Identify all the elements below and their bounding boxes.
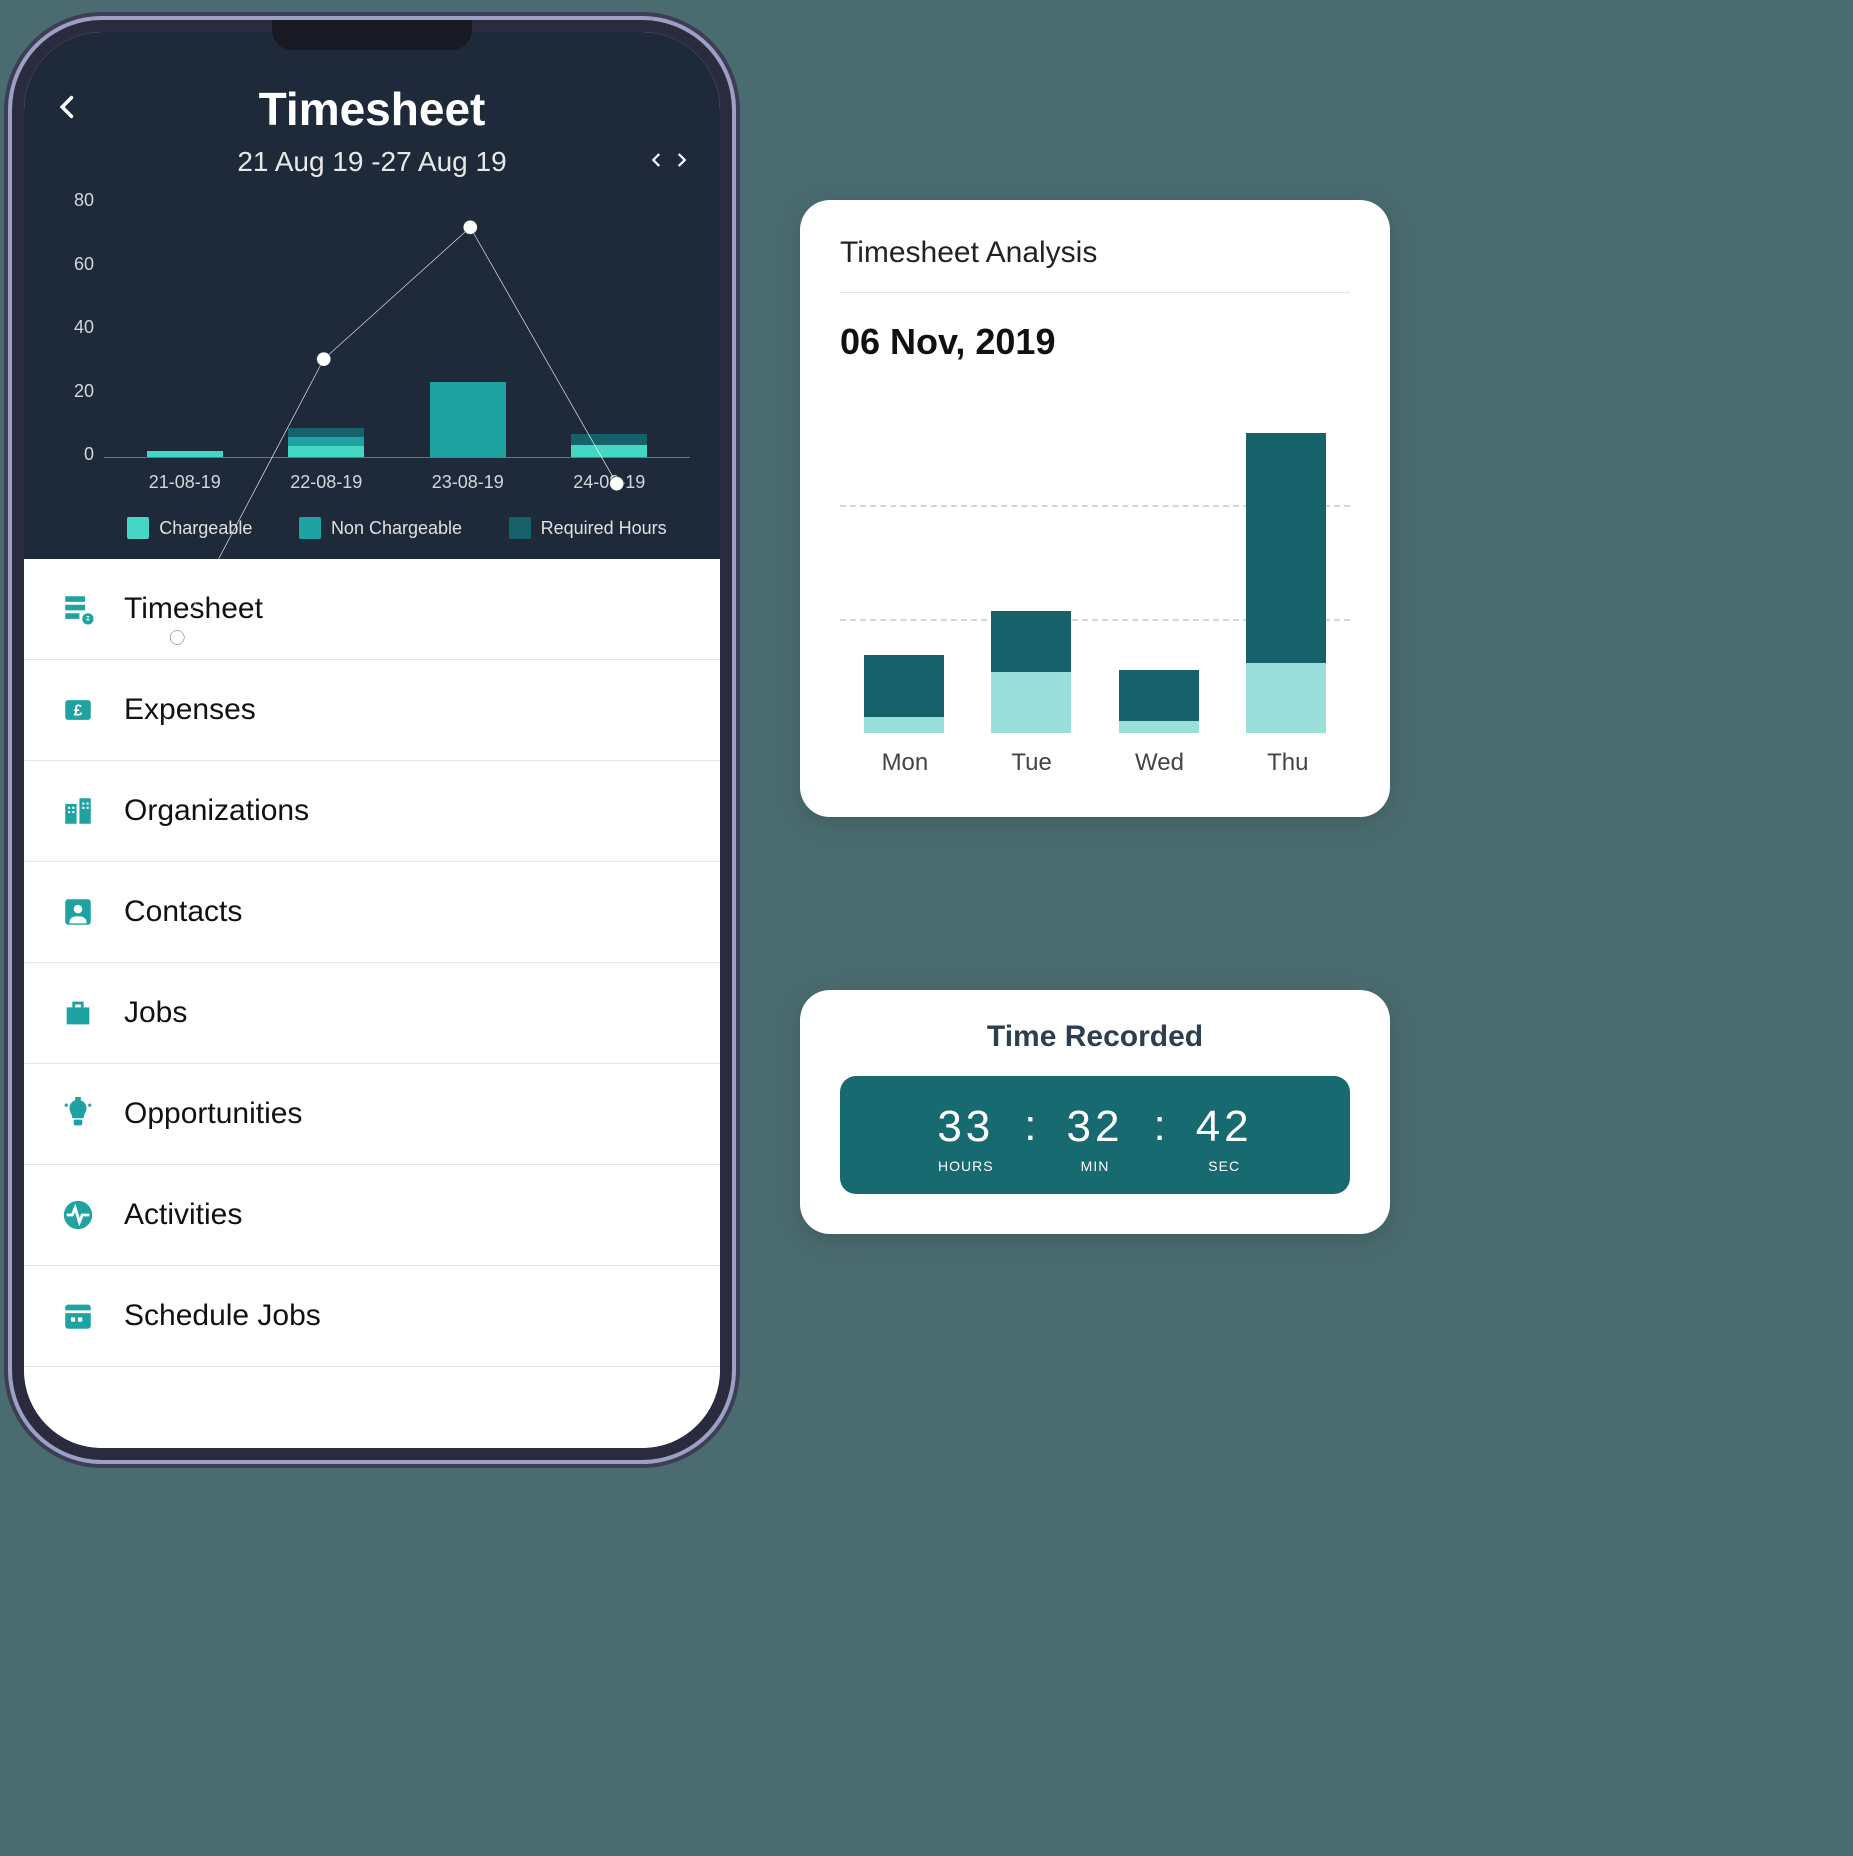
legend-item: Non Chargeable <box>299 517 462 539</box>
analysis-chart <box>840 393 1350 733</box>
analysis-bar <box>991 529 1071 733</box>
menu-item-contacts[interactable]: Contacts <box>24 862 720 963</box>
timer-hours-label: HOURS <box>938 1158 994 1174</box>
x-tick: 22-08-19 <box>290 472 362 493</box>
main-menu: Timesheet £ Expenses Organizations Contacts J… <box>24 559 720 1448</box>
timer-hours: 33 <box>937 1102 994 1152</box>
y-tick: 40 <box>74 317 94 338</box>
menu-item-organizations[interactable]: Organizations <box>24 761 720 862</box>
analysis-bar <box>864 570 944 733</box>
svg-text:£: £ <box>74 703 83 720</box>
activities-icon <box>58 1195 98 1235</box>
timesheet-icon <box>58 589 98 629</box>
timer-colon: : <box>1153 1102 1165 1174</box>
x-tick: 24-08-19 <box>573 472 645 493</box>
timer-min-label: MIN <box>1081 1158 1110 1174</box>
menu-item-jobs[interactable]: Jobs <box>24 963 720 1064</box>
menu-item-opportunities[interactable]: Opportunities <box>24 1064 720 1165</box>
date-range: 21 Aug 19 -27 Aug 19 <box>237 146 506 178</box>
legend-item: Chargeable <box>127 517 252 539</box>
analysis-bar <box>1119 587 1199 733</box>
phone-screen: Timesheet 21 Aug 19 -27 Aug 19 80 60 40 20 0 <box>24 32 720 1448</box>
legend-swatch <box>509 517 531 539</box>
page-title: Timesheet <box>259 82 486 136</box>
menu-item-expenses[interactable]: £ Expenses <box>24 660 720 761</box>
phone-frame: Timesheet 21 Aug 19 -27 Aug 19 80 60 40 20 0 <box>12 20 732 1460</box>
menu-item-timesheet[interactable]: Timesheet <box>24 559 720 660</box>
x-tick: 23-08-19 <box>432 472 504 493</box>
legend-label: Required Hours <box>541 518 667 539</box>
analysis-x-tick: Thu <box>1267 749 1308 777</box>
analysis-date: 06 Nov, 2019 <box>840 321 1350 363</box>
analysis-x-tick: Tue <box>1011 749 1051 777</box>
analysis-card: Timesheet Analysis 06 Nov, 2019 Mon Tue We… <box>800 200 1390 817</box>
back-icon[interactable] <box>54 88 82 130</box>
timer-min: 32 <box>1067 1102 1124 1152</box>
y-tick: 80 <box>74 190 94 211</box>
menu-label: Jobs <box>124 996 187 1030</box>
menu-label: Timesheet <box>124 592 263 626</box>
timesheet-chart: 806040200 21-08-1922-08-1923-08-1924-08-… <box>54 198 690 539</box>
menu-label: Expenses <box>124 693 256 727</box>
menu-label: Activities <box>124 1198 242 1232</box>
legend-label: Chargeable <box>159 518 252 539</box>
jobs-icon <box>58 993 98 1033</box>
analysis-bar <box>1246 413 1326 733</box>
menu-item-schedule[interactable]: Schedule Jobs <box>24 1266 720 1367</box>
schedule-icon <box>58 1296 98 1336</box>
y-tick: 20 <box>74 381 94 402</box>
prev-week-icon[interactable] <box>648 149 666 175</box>
y-tick: 0 <box>84 444 94 465</box>
legend-swatch <box>299 517 321 539</box>
timesheet-header: Timesheet 21 Aug 19 -27 Aug 19 80 60 40 20 0 <box>24 32 720 559</box>
y-tick: 60 <box>74 254 94 275</box>
chart-bar <box>559 198 659 457</box>
x-tick: 21-08-19 <box>149 472 221 493</box>
analysis-title: Timesheet Analysis <box>840 236 1350 293</box>
next-week-icon[interactable] <box>672 149 690 175</box>
menu-item-activities[interactable]: Activities <box>24 1165 720 1266</box>
legend-item: Required Hours <box>509 517 667 539</box>
analysis-x-tick: Mon <box>882 749 929 777</box>
legend-label: Non Chargeable <box>331 518 462 539</box>
timer-card: Time Recorded 33 HOURS : 32 MIN : 42 SEC <box>800 990 1390 1234</box>
timer-title: Time Recorded <box>840 1020 1350 1054</box>
analysis-x-tick: Wed <box>1135 749 1184 777</box>
legend-swatch <box>127 517 149 539</box>
menu-label: Contacts <box>124 895 242 929</box>
opportunities-icon <box>58 1094 98 1134</box>
chart-bar <box>418 198 518 457</box>
menu-label: Organizations <box>124 794 309 828</box>
phone-notch <box>272 20 472 50</box>
timer-colon: : <box>1024 1102 1036 1174</box>
contacts-icon <box>58 892 98 932</box>
menu-label: Opportunities <box>124 1097 302 1131</box>
menu-label: Schedule Jobs <box>124 1299 321 1333</box>
timer-sec: 42 <box>1196 1102 1253 1152</box>
timer-sec-label: SEC <box>1208 1158 1240 1174</box>
chart-bar <box>276 198 376 457</box>
organizations-icon <box>58 791 98 831</box>
expenses-icon: £ <box>58 690 98 730</box>
timer-display: 33 HOURS : 32 MIN : 42 SEC <box>840 1076 1350 1194</box>
chart-bar <box>135 198 235 457</box>
